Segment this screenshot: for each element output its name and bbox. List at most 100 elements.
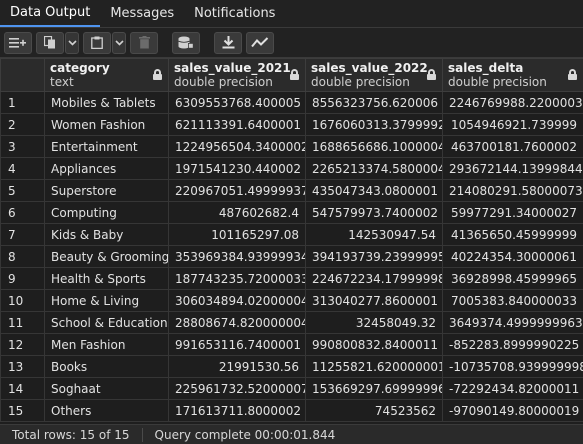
row-number[interactable]: 15 — [0, 399, 45, 422]
category-cell[interactable]: Superstore — [44, 179, 169, 202]
sales-value-2022-cell[interactable]: 32458049.32 — [305, 311, 443, 334]
paste-options-dropdown[interactable] — [112, 31, 126, 54]
sales-delta-cell[interactable]: 40224354.30000061 — [442, 245, 583, 268]
sales-value-2021-cell[interactable]: 1971541230.440002 — [168, 157, 306, 180]
category-cell[interactable]: Others — [44, 399, 169, 422]
download-icon — [222, 36, 235, 49]
sales-value-2022-cell[interactable]: 11255821.620000001 — [305, 355, 443, 378]
sales-delta-cell[interactable]: 463700181.7600002 — [442, 135, 583, 158]
sales-value-2022-cell[interactable]: 435047343.0800001 — [305, 179, 443, 202]
row-number[interactable]: 12 — [0, 333, 45, 356]
column-header-sales-value-2021[interactable]: sales_value_2021 double precision — [168, 58, 306, 92]
column-header-sales-delta[interactable]: sales_delta double precision — [442, 58, 583, 92]
graph-visualiser-button[interactable] — [246, 31, 274, 54]
query-status: Query complete 00:00:01.844 — [154, 427, 336, 442]
add-row-button[interactable] — [4, 31, 32, 54]
row-number[interactable]: 8 — [0, 245, 45, 268]
category-cell[interactable]: Appliances — [44, 157, 169, 180]
sales-value-2021-cell[interactable]: 101165297.08 — [168, 223, 306, 246]
sales-value-2021-cell[interactable]: 353969384.93999934 — [168, 245, 306, 268]
delete-icon — [138, 36, 150, 49]
row-number[interactable]: 7 — [0, 223, 45, 246]
row-number[interactable]: 5 — [0, 179, 45, 202]
row-number[interactable]: 11 — [0, 311, 45, 334]
column-type: text — [50, 75, 74, 89]
category-cell[interactable]: Home & Living — [44, 289, 169, 312]
paste-button[interactable] — [83, 31, 111, 54]
category-cell[interactable]: School & Education — [44, 311, 169, 334]
sales-delta-cell[interactable]: -852283.8999990225 — [442, 333, 583, 356]
sales-value-2022-cell[interactable]: 1688656686.1000004 — [305, 135, 443, 158]
sales-delta-cell[interactable]: -97090149.80000019 — [442, 399, 583, 422]
column-header-category[interactable]: category text — [44, 58, 169, 92]
sales-value-2022-cell[interactable]: 2265213374.5800004 — [305, 157, 443, 180]
sales-value-2021-cell[interactable]: 187743235.72000033 — [168, 267, 306, 290]
category-cell[interactable]: Beauty & Grooming — [44, 245, 169, 268]
tab-data-output[interactable]: Data Output — [0, 0, 101, 27]
category-cell[interactable]: Kids & Baby — [44, 223, 169, 246]
row-number[interactable]: 2 — [0, 113, 45, 136]
sales-delta-cell[interactable]: -10735708.939999998 — [442, 355, 583, 378]
row-number[interactable]: 10 — [0, 289, 45, 312]
category-cell[interactable]: Books — [44, 355, 169, 378]
sales-value-2022-cell[interactable]: 153669297.69999996 — [305, 377, 443, 400]
sales-value-2021-cell[interactable]: 991653116.7400001 — [168, 333, 306, 356]
sales-value-2022-cell[interactable]: 74523562 — [305, 399, 443, 422]
row-number[interactable]: 9 — [0, 267, 45, 290]
sales-value-2022-cell[interactable]: 142530947.54 — [305, 223, 443, 246]
sales-value-2021-cell[interactable]: 6309553768.400005 — [168, 91, 306, 114]
row-number[interactable]: 14 — [0, 377, 45, 400]
sales-delta-cell[interactable]: 36928998.45999965 — [442, 267, 583, 290]
copy-options-dropdown[interactable] — [65, 31, 79, 54]
row-number[interactable]: 3 — [0, 135, 45, 158]
sales-value-2021-cell[interactable]: 306034894.02000004 — [168, 289, 306, 312]
sales-delta-cell[interactable]: 214080291.58000073 — [442, 179, 583, 202]
sales-delta-cell[interactable]: 59977291.34000027 — [442, 201, 583, 224]
category-cell[interactable]: Computing — [44, 201, 169, 224]
sales-value-2022-cell[interactable]: 547579973.7400002 — [305, 201, 443, 224]
sales-value-2021-cell[interactable]: 21991530.56 — [168, 355, 306, 378]
sales-value-2021-cell[interactable]: 621113391.6400001 — [168, 113, 306, 136]
row-number-header[interactable] — [0, 58, 45, 92]
sales-value-2022-cell[interactable]: 224672234.17999998 — [305, 267, 443, 290]
sales-value-2022-cell[interactable]: 8556323756.620006 — [305, 91, 443, 114]
category-cell[interactable]: Soghaat — [44, 377, 169, 400]
sales-value-2022-cell[interactable]: 990800832.8400011 — [305, 333, 443, 356]
column-name: sales_delta — [448, 61, 524, 75]
row-number[interactable]: 6 — [0, 201, 45, 224]
category-cell[interactable]: Men Fashion — [44, 333, 169, 356]
sales-value-2021-cell[interactable]: 171613711.8000002 — [168, 399, 306, 422]
column-header-sales-value-2022[interactable]: sales_value_2022 double precision — [305, 58, 443, 92]
category-cell[interactable]: Women Fashion — [44, 113, 169, 136]
category-cell[interactable]: Health & Sports — [44, 267, 169, 290]
sales-value-2021-cell[interactable]: 1224956504.3400002 — [168, 135, 306, 158]
sales-delta-cell[interactable]: 3649374.4999999963 — [442, 311, 583, 334]
sales-delta-cell[interactable]: 1054946921.739999 — [442, 113, 583, 136]
copy-button[interactable] — [36, 31, 64, 54]
sales-delta-cell[interactable]: -72292434.82000011 — [442, 377, 583, 400]
save-data-button[interactable] — [172, 31, 200, 54]
row-number[interactable]: 1 — [0, 91, 45, 114]
row-number[interactable]: 4 — [0, 157, 45, 180]
data-grid: category text sales_value_2021 double pr… — [0, 58, 583, 424]
copy-icon — [44, 36, 56, 49]
tab-messages[interactable]: Messages — [100, 0, 184, 27]
table-row: 12 Men Fashion 991653116.7400001 990800832.… — [0, 333, 583, 356]
sales-value-2022-cell[interactable]: 394193739.23999995 — [305, 245, 443, 268]
sales-value-2021-cell[interactable]: 220967051.49999937 — [168, 179, 306, 202]
sales-value-2021-cell[interactable]: 225961732.52000007 — [168, 377, 306, 400]
sales-value-2021-cell[interactable]: 28808674.820000004 — [168, 311, 306, 334]
sales-value-2022-cell[interactable]: 313040277.8600001 — [305, 289, 443, 312]
sales-delta-cell[interactable]: 293672144.13999844 — [442, 157, 583, 180]
sales-value-2021-cell[interactable]: 487602682.4 — [168, 201, 306, 224]
category-cell[interactable]: Mobiles & Tablets — [44, 91, 169, 114]
delete-button[interactable] — [130, 31, 158, 54]
sales-delta-cell[interactable]: 41365650.45999999 — [442, 223, 583, 246]
category-cell[interactable]: Entertainment — [44, 135, 169, 158]
sales-delta-cell[interactable]: 7005383.840000033 — [442, 289, 583, 312]
sales-delta-cell[interactable]: 2246769988.2200003 — [442, 91, 583, 114]
row-number[interactable]: 13 — [0, 355, 45, 378]
sales-value-2022-cell[interactable]: 1676060313.3799992 — [305, 113, 443, 136]
tab-notifications[interactable]: Notifications — [184, 0, 285, 27]
download-button[interactable] — [214, 31, 242, 54]
